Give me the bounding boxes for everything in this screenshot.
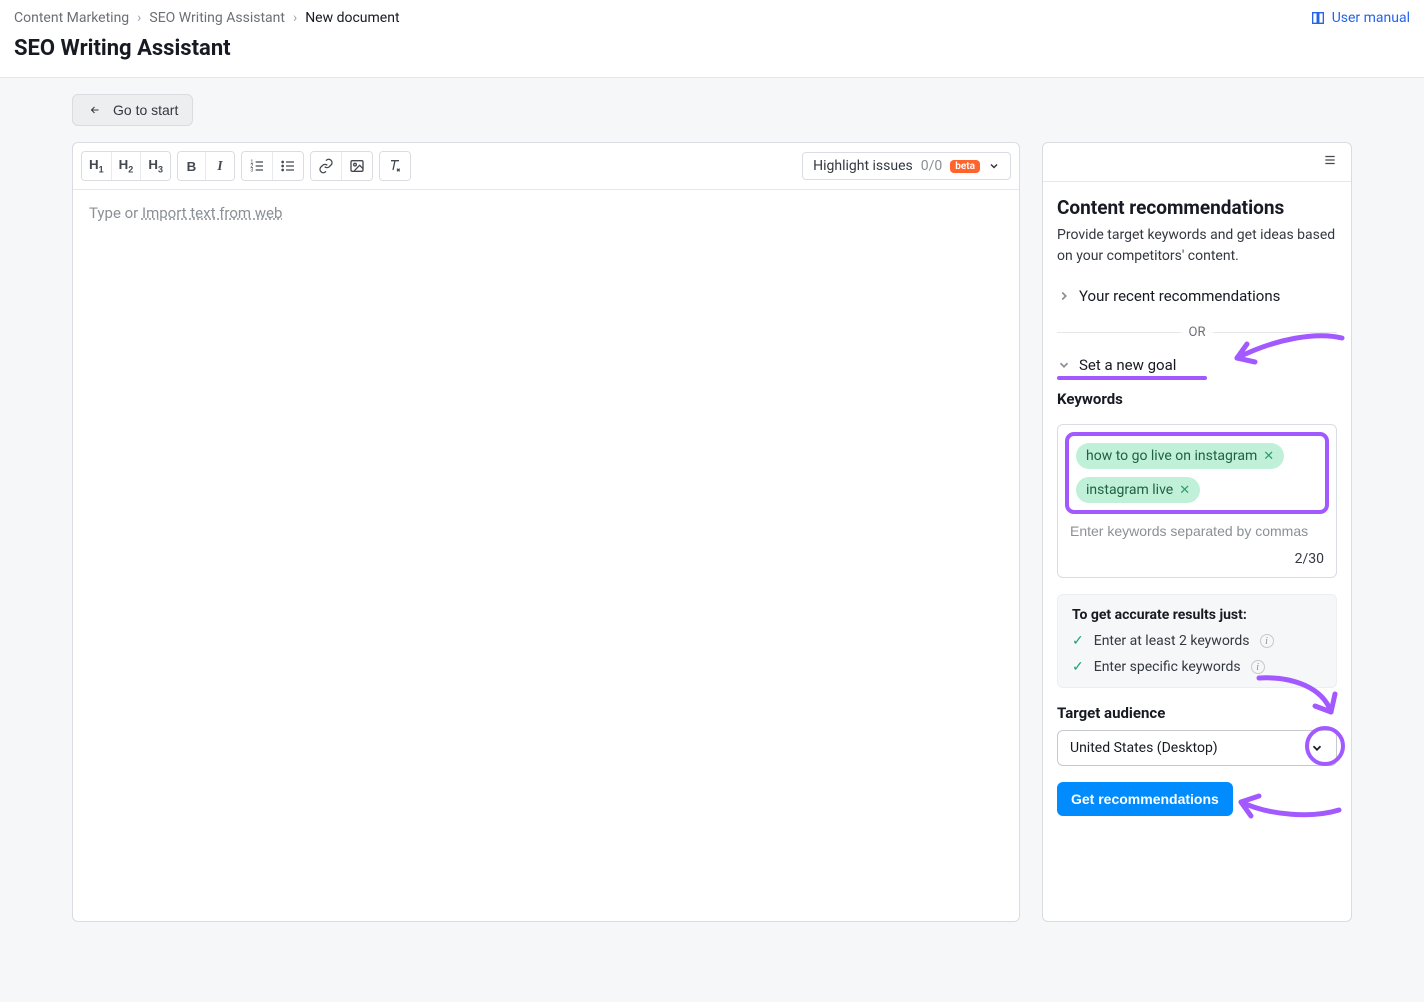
remove-keyword-icon[interactable]: ✕ [1263, 449, 1274, 464]
keywords-count: 2/30 [1068, 551, 1326, 567]
highlight-count: 0/0 [921, 158, 943, 174]
link-button[interactable] [311, 152, 342, 180]
go-to-start-button[interactable]: Go to start [72, 94, 193, 126]
target-audience-select[interactable]: United States (Desktop) [1057, 730, 1337, 766]
chevron-right-icon: › [137, 10, 141, 26]
image-button[interactable] [342, 152, 372, 180]
info-icon[interactable]: i [1260, 634, 1274, 648]
keyword-pill[interactable]: how to go live on instagram ✕ [1076, 443, 1284, 469]
breadcrumb: Content Marketing › SEO Writing Assistan… [14, 10, 400, 26]
italic-button[interactable]: I [206, 152, 234, 180]
clear-format-button[interactable] [380, 152, 410, 180]
or-divider: OR [1057, 325, 1337, 340]
heading-2-button[interactable]: H2 [112, 152, 142, 180]
ordered-list-button[interactable]: 123 [242, 152, 273, 180]
page-title: SEO Writing Assistant [14, 36, 1410, 61]
image-icon [349, 158, 365, 174]
keywords-input[interactable] [1068, 519, 1326, 543]
chevron-right-icon: › [293, 10, 297, 26]
tip-row: ✓ Enter specific keywords i [1072, 659, 1322, 675]
ordered-list-icon: 123 [249, 158, 265, 174]
book-icon [1310, 10, 1326, 26]
panel-menu-button[interactable] [1321, 153, 1339, 171]
panel-description: Provide target keywords and get ideas ba… [1057, 225, 1337, 267]
editor-area[interactable]: Type or Import text from web [73, 190, 1019, 921]
target-audience-label: Target audience [1057, 704, 1337, 722]
bold-button[interactable]: B [178, 152, 206, 180]
tip-row: ✓ Enter at least 2 keywords i [1072, 633, 1322, 649]
breadcrumb-item[interactable]: SEO Writing Assistant [149, 10, 285, 26]
keywords-label: Keywords [1057, 390, 1337, 408]
tips-box: To get accurate results just: ✓ Enter at… [1057, 594, 1337, 688]
menu-icon [1321, 153, 1339, 167]
breadcrumb-item[interactable]: Content Marketing [14, 10, 129, 26]
user-manual-link[interactable]: User manual [1310, 10, 1410, 26]
check-icon: ✓ [1072, 659, 1084, 675]
keywords-box: how to go live on instagram ✕ instagram … [1057, 424, 1337, 578]
keyword-pill[interactable]: instagram live ✕ [1076, 477, 1200, 503]
heading-1-button[interactable]: H1 [82, 152, 112, 180]
tips-title: To get accurate results just: [1072, 607, 1322, 623]
unordered-list-button[interactable] [273, 152, 303, 180]
chevron-down-icon [1310, 741, 1324, 755]
link-icon [318, 158, 334, 174]
editor-placeholder-prefix: Type or [89, 204, 142, 222]
keywords-pills-area[interactable]: how to go live on instagram ✕ instagram … [1068, 435, 1326, 511]
recent-recommendations-toggle[interactable]: Your recent recommendations [1057, 283, 1337, 309]
beta-badge: beta [950, 160, 980, 173]
panel-title: Content recommendations [1057, 196, 1337, 219]
chevron-right-icon [1057, 289, 1071, 303]
chevron-down-icon [1057, 358, 1071, 372]
highlight-issues-dropdown[interactable]: Highlight issues 0/0 beta [802, 152, 1011, 180]
remove-keyword-icon[interactable]: ✕ [1179, 483, 1190, 498]
check-icon: ✓ [1072, 633, 1084, 649]
unordered-list-icon [280, 158, 296, 174]
annotation-arrow-icon [1227, 782, 1347, 822]
arrow-left-icon [87, 104, 103, 116]
heading-3-button[interactable]: H3 [141, 152, 170, 180]
clear-format-icon [387, 158, 403, 174]
chevron-down-icon [988, 160, 1000, 172]
import-text-link[interactable]: Import text from web [142, 204, 282, 222]
info-icon[interactable]: i [1251, 660, 1265, 674]
get-recommendations-button[interactable]: Get recommendations [1057, 782, 1233, 816]
annotation-underline [1057, 376, 1207, 380]
set-new-goal-toggle[interactable]: Set a new goal [1057, 356, 1337, 374]
breadcrumb-current: New document [305, 10, 399, 26]
svg-text:3: 3 [250, 167, 253, 173]
